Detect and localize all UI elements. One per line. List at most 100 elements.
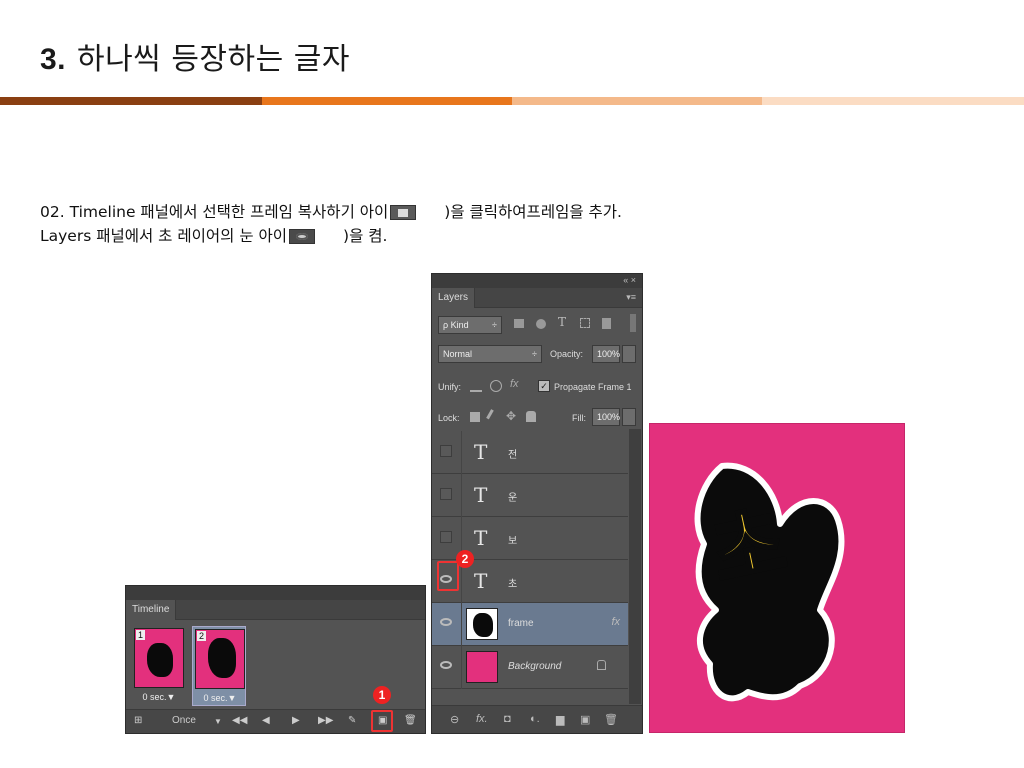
link-layers-icon[interactable]: ⊖ [450, 713, 459, 726]
layer-name: 운 [508, 493, 518, 504]
frame-artwork: 초 [694, 462, 845, 702]
pixel-filter-icon[interactable] [514, 319, 524, 328]
canvas-preview: 초 [649, 423, 905, 733]
description-line-2-a: Layers 패널에서 초 레이어의 눈 아이 [40, 227, 288, 245]
add-mask-icon[interactable]: ◘ [504, 713, 511, 725]
timeline-tab[interactable]: Timeline [126, 600, 177, 620]
timeline-frame-2[interactable]: 2 0 sec.▼ [192, 626, 246, 706]
layer-row-un[interactable]: T 운 [432, 474, 628, 517]
type-filter-icon[interactable]: T [558, 315, 566, 329]
step-badge-1: 1 [373, 686, 391, 704]
header-bar-segment-2 [262, 97, 512, 105]
loop-select[interactable]: Once [172, 715, 196, 726]
step-badge-2: 2 [456, 550, 474, 568]
visibility-toggle[interactable] [440, 445, 452, 457]
frame-index: 2 [197, 631, 207, 641]
tween-icon[interactable]: ✎ [348, 715, 356, 726]
lock-transparent-icon[interactable] [470, 412, 480, 422]
add-style-icon[interactable]: fx. [476, 713, 488, 725]
first-frame-icon[interactable]: ◀◀ [232, 715, 247, 726]
layer-row-jeon[interactable]: T 전 [432, 431, 628, 474]
eye-icon-highlight [437, 561, 459, 591]
smart-object-filter-icon[interactable] [602, 318, 611, 329]
eye-icon[interactable] [440, 661, 452, 669]
shape-filter-icon[interactable] [580, 318, 590, 328]
description-line-1-b: )을 클릭하여프레임을 추가. [444, 203, 622, 221]
unify-label: Unify: [438, 382, 462, 392]
fill-value[interactable]: 100% [597, 412, 620, 422]
description-line-2-b: )을 켬. [343, 227, 388, 245]
new-group-icon[interactable]: ▆ [556, 713, 564, 726]
duplicate-frame-highlight [371, 710, 393, 732]
eye-icon[interactable] [440, 618, 452, 626]
unify-visibility-icon[interactable] [490, 380, 502, 392]
blend-mode-select[interactable]: Normal [443, 349, 472, 359]
unify-position-icon[interactable] [470, 380, 482, 392]
previous-frame-icon[interactable]: ◀ [262, 715, 270, 726]
layers-panel-header: « × [432, 274, 642, 288]
layer-name: 보 [508, 536, 518, 547]
text-layer-icon: T [474, 483, 488, 507]
header-bar-segment-1 [0, 97, 262, 105]
propagate-label: Propagate Frame 1 [554, 382, 632, 392]
delete-frame-icon[interactable]: 🗑 [404, 715, 417, 726]
visibility-toggle[interactable] [440, 531, 452, 543]
layer-name: Background [508, 661, 562, 672]
text-layer-icon: T [474, 526, 488, 550]
new-layer-icon[interactable]: ▣ [580, 713, 590, 726]
fill-label: Fill: [572, 413, 586, 423]
layer-name: 초 [508, 579, 518, 590]
layer-name: 전 [508, 450, 518, 461]
description-line-1-a: 02. Timeline 패널에서 선택한 프레임 복사하기 아이 [40, 203, 389, 221]
fill-dropdown-icon[interactable] [622, 408, 636, 426]
adjustment-filter-icon[interactable] [536, 319, 546, 329]
layers-footer: ⊖ fx. ◘ ◐. ▆ ▣ 🗑 [432, 705, 642, 733]
description-line-1: 02. Timeline 패널에서 선택한 프레임 복사하기 아이 )을 클릭하여… [40, 200, 622, 222]
timeline-frame-1[interactable]: 1 0 sec.▼ [132, 626, 186, 706]
layers-panel: « × Layers ▾≡ ρ Kind ÷ T Normal ÷ Opacit… [431, 273, 643, 734]
propagate-checkbox[interactable]: ✓ [538, 380, 550, 392]
kind-dropdown-arrow[interactable]: ÷ [492, 320, 497, 330]
lock-position-icon[interactable]: ✥ [506, 409, 516, 423]
visibility-toggle[interactable] [440, 488, 452, 500]
kind-filter[interactable]: ρ Kind [443, 320, 469, 330]
header-bar-segment-3 [512, 97, 762, 105]
opacity-dropdown-icon[interactable] [622, 345, 636, 363]
description-line-2: Layers 패널에서 초 레이어의 눈 아이 )을 켬. [40, 224, 387, 246]
layer-thumbnail [466, 651, 498, 683]
frame-delay[interactable]: 0 sec.▼ [193, 693, 247, 703]
filter-toggle[interactable] [630, 314, 636, 332]
convert-timeline-icon[interactable]: ⊞ [134, 715, 142, 726]
adjustment-layer-icon[interactable]: ◐. [530, 713, 540, 725]
layer-row-frame[interactable]: frame fx [432, 603, 628, 646]
panel-menu-icon[interactable]: ▾≡ [626, 292, 636, 303]
slide-title-text: 하나씩 등장하는 글자 [76, 42, 350, 77]
fx-icon[interactable]: fx [611, 616, 620, 628]
opacity-value[interactable]: 100% [597, 349, 620, 359]
next-frame-icon[interactable]: ▶▶ [318, 715, 333, 726]
blend-dropdown-arrow[interactable]: ÷ [532, 349, 537, 359]
text-layer-icon: T [474, 440, 488, 464]
eye-icon [289, 229, 316, 244]
collapse-close-icon[interactable]: « × [623, 275, 636, 285]
slide-title: 3. 하나씩 등장하는 글자 [40, 34, 350, 78]
slide-title-number: 3. [40, 43, 67, 76]
play-icon[interactable]: ▶ [292, 715, 300, 726]
lock-image-icon[interactable] [486, 409, 500, 423]
lock-all-icon[interactable] [526, 411, 536, 422]
timeline-panel: Timeline 1 0 sec.▼ 2 0 sec.▼ ⊞ Once ▼ ◀◀… [125, 585, 426, 734]
loop-dropdown-arrow[interactable]: ▼ [214, 717, 222, 726]
frame-delay[interactable]: 0 sec.▼ [132, 692, 186, 702]
unify-style-icon[interactable]: fx [510, 378, 519, 390]
opacity-label: Opacity: [550, 349, 584, 359]
layer-row-background[interactable]: Background [432, 646, 628, 689]
lock-icon [597, 660, 606, 670]
delete-layer-icon[interactable]: 🗑 [604, 713, 618, 726]
layer-thumbnail [466, 608, 498, 640]
text-layer-icon: T [474, 569, 488, 593]
lock-label: Lock: [438, 413, 460, 423]
layers-scrollbar[interactable] [629, 429, 641, 704]
header-bar-segment-4 [762, 97, 1024, 105]
frame-index: 1 [136, 630, 146, 640]
layers-tab[interactable]: Layers [432, 288, 476, 308]
